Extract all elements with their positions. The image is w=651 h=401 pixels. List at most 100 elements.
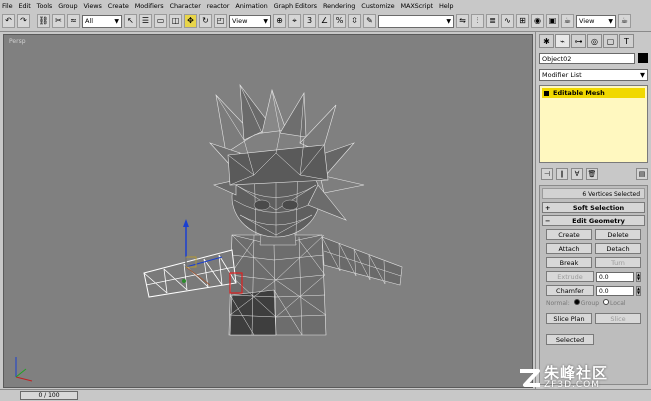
- render-last-icon[interactable]: ☕: [618, 14, 631, 28]
- redo-icon[interactable]: ↷: [17, 14, 30, 28]
- object-name-field[interactable]: Object02: [539, 52, 635, 64]
- select-object-icon[interactable]: ↖: [124, 14, 137, 28]
- menu-item-character[interactable]: Character: [170, 2, 201, 10]
- expand-icon: +: [545, 203, 551, 212]
- mirror-icon[interactable]: ⇋: [456, 14, 469, 28]
- configure-modifier-sets-icon[interactable]: ▤: [636, 168, 648, 180]
- local-label: Local: [610, 300, 626, 307]
- render-type-dropdown[interactable]: View ▼: [576, 14, 616, 28]
- menu-item-reactor[interactable]: reactor: [207, 2, 230, 10]
- motion-tab-icon[interactable]: ◎: [587, 34, 602, 48]
- snaps-toggle-icon[interactable]: 3: [303, 14, 316, 28]
- select-manipulate-icon[interactable]: ⌖: [288, 14, 301, 28]
- display-tab-icon[interactable]: ▢: [603, 34, 618, 48]
- chevron-down-icon: ▼: [608, 17, 613, 25]
- select-rotate-icon[interactable]: ↻: [199, 14, 212, 28]
- turn-button[interactable]: Turn: [595, 257, 641, 268]
- menu-item-customize[interactable]: Customize: [361, 2, 394, 10]
- menu-item-maxscript[interactable]: MAXScript: [400, 2, 433, 10]
- chevron-down-icon: ▼: [446, 17, 451, 25]
- attach-button[interactable]: Attach: [546, 243, 592, 254]
- chamfer-spinner-icon[interactable]: ▲ ▼: [636, 285, 641, 296]
- modify-tab-icon[interactable]: ⌁: [555, 34, 570, 48]
- group-radio[interactable]: Group: [573, 299, 600, 307]
- hierarchy-tab-icon[interactable]: ⊶: [571, 34, 586, 48]
- pivot-center-icon[interactable]: ⊕: [273, 14, 286, 28]
- menu-item-tools[interactable]: Tools: [37, 2, 53, 10]
- soft-selection-rollout[interactable]: + Soft Selection: [542, 202, 645, 213]
- modifier-list-dropdown[interactable]: Modifier List ▼: [539, 69, 648, 81]
- schematic-view-icon[interactable]: ⊞: [516, 14, 529, 28]
- menu-item-group[interactable]: Group: [58, 2, 77, 10]
- selection-filter-dropdown[interactable]: All ▼: [82, 14, 122, 28]
- object-color-swatch[interactable]: [638, 53, 648, 63]
- create-tab-icon[interactable]: ✱: [539, 34, 554, 48]
- create-button[interactable]: Create: [546, 229, 592, 240]
- chevron-down-icon: ▼: [640, 71, 645, 79]
- extrude-value-field[interactable]: 0.0: [596, 271, 634, 282]
- pin-stack-icon[interactable]: ⊣: [541, 168, 553, 180]
- rect-selection-icon[interactable]: ▭: [154, 14, 167, 28]
- align-icon[interactable]: ⫶: [471, 14, 484, 28]
- menu-item-animation[interactable]: Animation: [235, 2, 267, 10]
- menu-item-views[interactable]: Views: [83, 2, 101, 10]
- remove-modifier-icon[interactable]: 🗑: [586, 168, 598, 180]
- command-panel-tabs: ✱ ⌁ ⊶ ◎ ▢ T: [536, 32, 651, 50]
- menu-item-edit[interactable]: Edit: [18, 2, 30, 10]
- slice-plane-button[interactable]: Slice Plan: [546, 313, 592, 324]
- break-button[interactable]: Break: [546, 257, 592, 268]
- spinner-snap-icon[interactable]: ⇳: [348, 14, 361, 28]
- command-panel: ✱ ⌁ ⊶ ◎ ▢ T Object02 Modifier List ▼ Edi…: [535, 32, 651, 389]
- chevron-down-icon: ▼: [114, 17, 119, 25]
- object-name-row: Object02: [539, 52, 648, 64]
- edit-geometry-title: Edit Geometry: [572, 216, 625, 225]
- slice-button[interactable]: Slice: [595, 313, 641, 324]
- chamfer-button[interactable]: Chamfer: [546, 285, 594, 296]
- delete-button[interactable]: Delete: [595, 229, 641, 240]
- watermark-url: ZF3D.COM: [544, 380, 600, 390]
- selected-button[interactable]: Selected: [546, 334, 594, 345]
- select-move-icon[interactable]: ✥: [184, 14, 197, 28]
- menu-item-rendering[interactable]: Rendering: [323, 2, 355, 10]
- soft-selection-title: Soft Selection: [572, 203, 625, 212]
- select-by-name-icon[interactable]: ☰: [139, 14, 152, 28]
- menu-item-help[interactable]: Help: [439, 2, 454, 10]
- edit-geometry-rollout[interactable]: − Edit Geometry: [542, 215, 645, 226]
- chamfer-value-field[interactable]: 0.0: [596, 285, 634, 296]
- make-unique-icon[interactable]: ∀: [571, 168, 583, 180]
- percent-snap-icon[interactable]: %: [333, 14, 346, 28]
- named-selection-dropdown[interactable]: ▼: [378, 14, 454, 28]
- selection-filter-value: All: [85, 17, 94, 25]
- angle-snap-icon[interactable]: ∠: [318, 14, 331, 28]
- menu-item-modifiers[interactable]: Modifiers: [135, 2, 164, 10]
- quick-render-icon[interactable]: ☕: [561, 14, 574, 28]
- extrude-spinner-icon[interactable]: ▲ ▼: [636, 271, 641, 282]
- ref-coord-dropdown[interactable]: View ▼: [229, 14, 271, 28]
- material-editor-icon[interactable]: ◉: [531, 14, 544, 28]
- utilities-tab-icon[interactable]: T: [619, 34, 634, 48]
- menu-item-create[interactable]: Create: [108, 2, 129, 10]
- show-end-result-icon[interactable]: ∥: [556, 168, 568, 180]
- stack-item-editable-mesh[interactable]: Editable Mesh: [542, 88, 645, 98]
- window-crossing-icon[interactable]: ◫: [169, 14, 182, 28]
- render-scene-icon[interactable]: ▣: [546, 14, 559, 28]
- perspective-viewport[interactable]: Persp: [3, 34, 533, 388]
- unlink-icon[interactable]: ✂: [52, 14, 65, 28]
- time-slider[interactable]: 0 / 100: [20, 391, 78, 400]
- undo-icon[interactable]: ↶: [2, 14, 15, 28]
- group-label: Group: [580, 300, 600, 307]
- menu-item-graph-editors[interactable]: Graph Editors: [274, 2, 317, 10]
- extrude-button[interactable]: Extrude: [546, 271, 594, 282]
- viewport-label[interactable]: Persp: [9, 38, 26, 45]
- menu-item-file[interactable]: File: [2, 2, 13, 10]
- bind-space-warp-icon[interactable]: ≈: [67, 14, 80, 28]
- detach-button[interactable]: Detach: [595, 243, 641, 254]
- curve-editor-icon[interactable]: ∿: [501, 14, 514, 28]
- named-selection-edit-icon[interactable]: ✎: [363, 14, 376, 28]
- select-link-icon[interactable]: ⛓: [37, 14, 50, 28]
- layer-manager-icon[interactable]: ≣: [486, 14, 499, 28]
- select-scale-icon[interactable]: ◰: [214, 14, 227, 28]
- site-watermark: 朱峰社区 ZF3D.COM: [516, 355, 651, 401]
- local-radio[interactable]: Local: [603, 299, 626, 307]
- modifier-list-label: Modifier List: [542, 71, 582, 79]
